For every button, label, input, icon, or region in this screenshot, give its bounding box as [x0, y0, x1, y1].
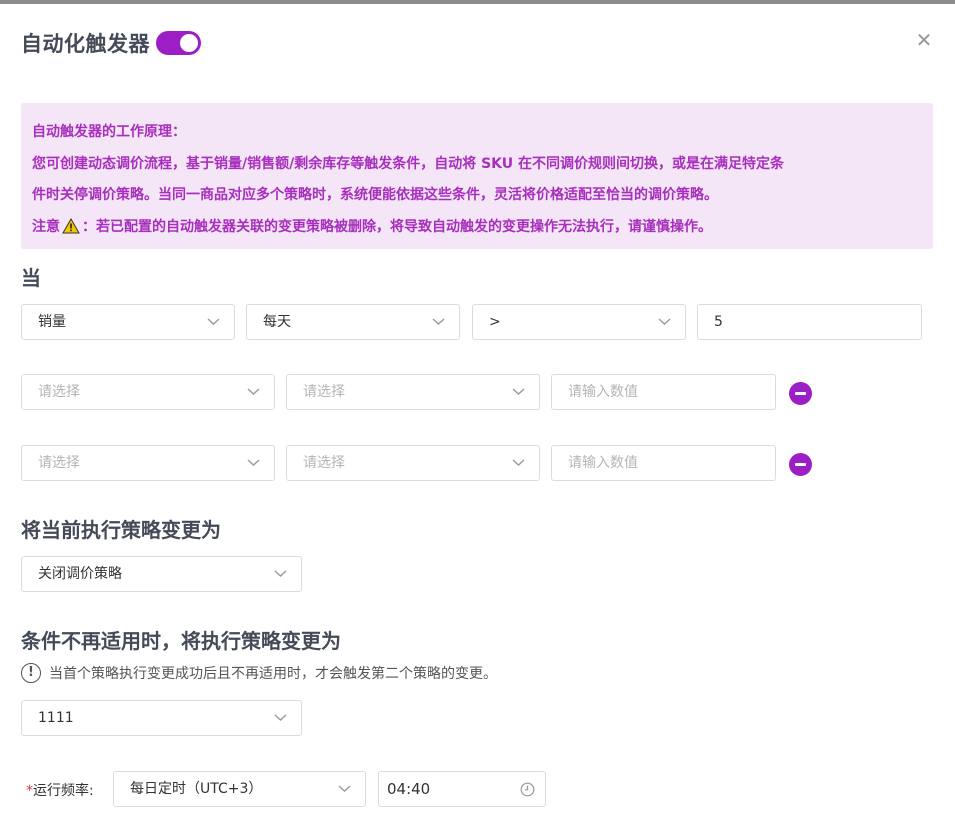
top-border: [0, 0, 955, 4]
chevron-down-icon: [338, 785, 351, 792]
fallback-info: ! 当首个策略执行变更成功后且不再适用时，才会触发第二个策略的变更。: [21, 663, 497, 683]
exclamation-circle-icon: !: [21, 663, 41, 683]
header: 自动化触发器: [21, 28, 201, 58]
chevron-down-icon: [247, 388, 260, 395]
clock-icon: [520, 782, 535, 797]
operator-value: >: [489, 314, 501, 330]
frequency-value: 每日定时（UTC+3）: [130, 781, 263, 797]
period-select[interactable]: 每天: [246, 304, 460, 340]
condition-3-value-input[interactable]: 请输入数值: [551, 445, 776, 481]
placeholder: 请选择: [303, 384, 345, 400]
notice-line-2: 您可创建动态调价流程，基于销量/销售额/剩余库存等触发条件，自动将 SKU 在不…: [32, 155, 785, 172]
notice-title: 自动触发器的工作原理：: [32, 124, 186, 140]
frequency-label: *运行频率:: [26, 780, 94, 800]
remove-condition-2-icon[interactable]: [789, 382, 812, 405]
placeholder: 请选择: [38, 455, 80, 471]
placeholder: 请选择: [303, 455, 345, 471]
chevron-down-icon: [207, 318, 220, 325]
fallback-strategy-select[interactable]: 1111: [21, 700, 302, 736]
warning-text: ：若已配置的自动触发器关联的变更策略被删除，将导致自动触发的变更操作无法执行，请…: [82, 218, 712, 235]
chevron-down-icon: [274, 714, 287, 721]
chevron-down-icon: [658, 318, 671, 325]
close-icon[interactable]: ✕: [914, 30, 934, 50]
when-heading: 当: [21, 266, 41, 290]
frequency-select[interactable]: 每日定时（UTC+3）: [113, 771, 366, 807]
frequency-label-text: 运行频率:: [33, 783, 94, 799]
time-value: 04:40: [387, 780, 431, 798]
placeholder: 请选择: [38, 384, 80, 400]
condition-3-metric-select[interactable]: 请选择: [21, 445, 275, 481]
fallback-heading: 条件不再适用时，将执行策略变更为: [21, 629, 341, 653]
chevron-down-icon: [247, 459, 260, 466]
required-mark: *: [26, 783, 33, 799]
threshold-value: 5: [714, 314, 723, 330]
notice-line-3: 件时关停调价策略。当同一商品对应多个策略时，系统便能依据这些条件，灵活将价格适配…: [32, 187, 718, 203]
chevron-down-icon: [274, 570, 287, 577]
change-strategy-select[interactable]: 关闭调价策略: [21, 556, 302, 592]
condition-3-operator-select[interactable]: 请选择: [286, 445, 540, 481]
metric-select[interactable]: 销量: [21, 304, 235, 340]
change-to-heading: 将当前执行策略变更为: [21, 518, 221, 542]
automation-toggle[interactable]: [156, 31, 201, 55]
operator-select[interactable]: >: [472, 304, 686, 340]
chevron-down-icon: [512, 388, 525, 395]
notice-warning: 注意 ：若已配置的自动触发器关联的变更策略被删除，将导致自动触发的变更操作无法执行…: [32, 212, 922, 244]
condition-2-value-input[interactable]: 请输入数值: [551, 374, 776, 410]
period-value: 每天: [263, 314, 291, 330]
remove-condition-3-icon[interactable]: [789, 453, 812, 476]
fallback-info-text: 当首个策略执行变更成功后且不再适用时，才会触发第二个策略的变更。: [49, 666, 497, 682]
chevron-down-icon: [432, 318, 445, 325]
placeholder: 请输入数值: [568, 455, 638, 471]
info-notice: 自动触发器的工作原理： 您可创建动态调价流程，基于销量/销售额/剩余库存等触发条…: [21, 103, 933, 249]
chevron-down-icon: [512, 459, 525, 466]
threshold-input[interactable]: 5: [697, 304, 922, 340]
metric-value: 销量: [38, 314, 66, 330]
condition-2-operator-select[interactable]: 请选择: [286, 374, 540, 410]
fallback-strategy-value: 1111: [38, 710, 74, 726]
toggle-knob: [180, 34, 198, 52]
change-strategy-value: 关闭调价策略: [38, 566, 122, 582]
page-title: 自动化触发器: [21, 32, 150, 56]
condition-2-metric-select[interactable]: 请选择: [21, 374, 275, 410]
warning-prefix: 注意: [32, 218, 60, 235]
placeholder: 请输入数值: [568, 384, 638, 400]
warning-icon: [62, 217, 80, 233]
time-picker[interactable]: 04:40: [378, 771, 546, 807]
